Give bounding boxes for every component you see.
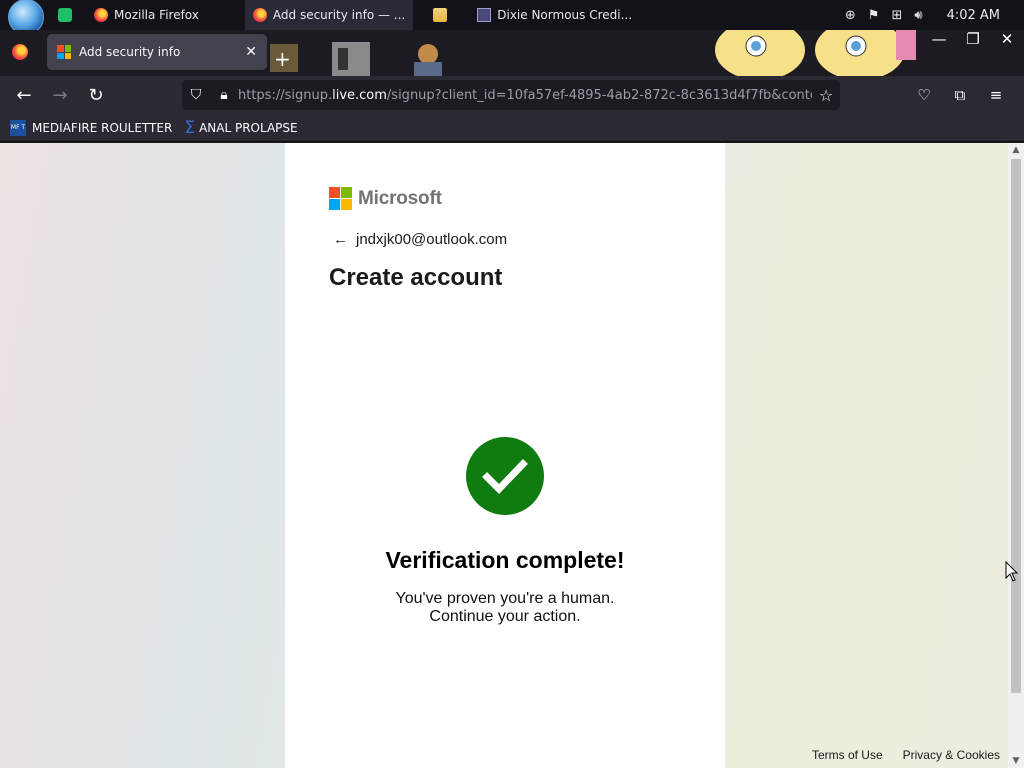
url-bar[interactable]: ⛉ 🔒︎ https://signup.live.com/signup?clie…	[182, 80, 840, 110]
close-window-icon[interactable]: ✕	[990, 30, 1024, 50]
taskbar-app-notes[interactable]	[50, 0, 86, 30]
vertical-scrollbar[interactable]: ▲ ▼	[1008, 143, 1024, 768]
extensions-icon[interactable]: ⧉	[942, 86, 978, 104]
toolbar-right: ♡ ⧉ ≡	[906, 76, 1014, 114]
flag-icon[interactable]: ⚑	[868, 8, 880, 23]
verification-title: Verification complete!	[385, 547, 625, 573]
verification-message-line1: You've proven you're a human.	[395, 590, 615, 607]
sigma-icon: Σ	[184, 117, 196, 138]
checkmark-success-icon	[466, 437, 544, 515]
microsoft-brand: Microsoft	[329, 187, 442, 210]
page-content: Microsoft ← jndxjk00@outlook.com Create …	[0, 143, 1008, 768]
forward-button[interactable]: →	[42, 85, 78, 106]
menu-icon[interactable]: ≡	[978, 86, 1014, 104]
privacy-cookies-link[interactable]: Privacy & Cookies	[903, 748, 1000, 762]
decorative-artwork: +	[270, 40, 470, 76]
taskbar-app-label: Mozilla Firefox	[114, 8, 199, 22]
tab-strip: Add security info ✕ + — ❐ ✕	[0, 30, 1024, 76]
clock[interactable]: 4:02 AM	[947, 8, 1000, 23]
bookmark-star-icon[interactable]: ☆	[812, 86, 840, 105]
maximize-icon[interactable]: ❐	[956, 30, 990, 50]
scrollbar-thumb[interactable]	[1011, 159, 1021, 693]
taskbar: Mozilla Firefox Add security info — ... …	[0, 0, 1024, 35]
microsoft-favicon-icon	[57, 45, 71, 59]
tab-close-icon[interactable]: ✕	[245, 44, 257, 60]
taskbar-app-security-info[interactable]: Add security info — ...	[244, 0, 414, 30]
bookmarks-toolbar: MF T MEDIAFIRE ROULETTER Σ ANAL PROLAPSE	[0, 114, 1024, 142]
signup-card: Microsoft ← jndxjk00@outlook.com Create …	[285, 143, 725, 768]
identity-email: jndxjk00@outlook.com	[356, 231, 508, 248]
terminal-icon	[477, 8, 492, 22]
window-controls: — ❐ ✕	[922, 30, 1024, 50]
scroll-up-icon[interactable]: ▲	[1008, 145, 1024, 155]
firefox-icon	[94, 8, 108, 22]
page-title: Create account	[329, 264, 503, 291]
volume-icon[interactable]: 🔊︎	[914, 8, 922, 23]
bookmark-mediafire-rouletter[interactable]: MF T MEDIAFIRE ROULETTER	[10, 119, 173, 136]
back-button[interactable]: ←	[6, 85, 42, 106]
firefox-view-icon[interactable]	[12, 44, 28, 60]
reload-button[interactable]: ↻	[78, 85, 114, 106]
system-tray: ⊕ ⚑ ⊞ 🔊︎ 4:02 AM	[839, 0, 1024, 30]
verification-message-line2: Continue your action.	[429, 608, 581, 625]
page-footer: Terms of Use Privacy & Cookies	[792, 748, 1000, 762]
taskbar-app-folder[interactable]	[425, 0, 461, 30]
taskbar-app-terminal[interactable]: Dixie Normous Credi...	[469, 0, 640, 30]
mouse-cursor-icon	[1005, 561, 1019, 582]
scroll-down-icon[interactable]: ▼	[1008, 756, 1024, 766]
shield-icon[interactable]: ⛉	[182, 87, 210, 103]
url-text[interactable]: https://signup.live.com/signup?client_id…	[238, 88, 812, 103]
bookmark-label: ANAL PROLAPSE	[199, 120, 298, 135]
tab-add-security-info[interactable]: Add security info ✕	[47, 34, 267, 70]
taskbar-app-label: Dixie Normous Credi...	[497, 8, 633, 22]
notes-app-icon	[58, 8, 72, 22]
identity-banner: ← jndxjk00@outlook.com	[333, 231, 507, 248]
mediafire-icon: MF T	[10, 119, 26, 136]
download-icon[interactable]: ⊕	[845, 8, 856, 23]
navigation-toolbar: ← → ↻ ⛉ 🔒︎ https://signup.live.com/signu…	[0, 76, 1024, 114]
pocket-icon[interactable]: ♡	[906, 86, 942, 104]
microsoft-logo-icon	[329, 187, 352, 210]
svg-text:+: +	[274, 47, 291, 71]
decorative-anime-artwork	[710, 30, 930, 76]
firefox-icon	[252, 8, 267, 22]
folder-icon	[433, 8, 448, 22]
taskbar-app-label: Add security info — ...	[272, 8, 406, 22]
network-icon[interactable]: ⊞	[891, 8, 902, 23]
bookmark-label: MEDIAFIRE ROULETTER	[32, 120, 173, 135]
taskbar-app-firefox[interactable]: Mozilla Firefox	[86, 0, 207, 30]
lock-icon[interactable]: 🔒︎	[210, 87, 238, 103]
terms-of-use-link[interactable]: Terms of Use	[812, 748, 883, 762]
back-arrow-icon[interactable]: ←	[333, 231, 348, 248]
minimize-icon[interactable]: —	[922, 30, 956, 50]
bookmark-anal-prolapse[interactable]: Σ ANAL PROLAPSE	[184, 118, 297, 138]
tab-title: Add security info	[79, 45, 181, 59]
microsoft-wordmark: Microsoft	[358, 187, 442, 209]
